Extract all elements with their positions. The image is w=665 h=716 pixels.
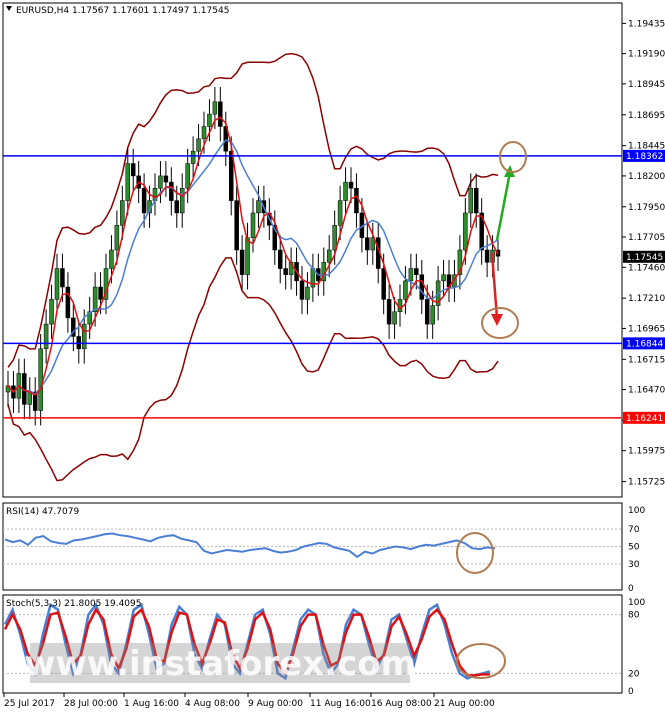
- candle-body: [441, 274, 446, 282]
- candle-body: [468, 188, 474, 214]
- candle-body: [92, 286, 98, 312]
- x-tick-label: 21 Aug 00:00: [434, 699, 495, 709]
- y-tick-label: 1.17950: [628, 203, 665, 213]
- candle-body: [212, 101, 218, 115]
- candle-body: [27, 391, 33, 405]
- candle-body: [174, 200, 180, 214]
- x-tick-label: 16 Aug 08:00: [371, 699, 432, 709]
- candle-body: [120, 200, 125, 226]
- candle-body: [424, 299, 430, 325]
- watermark-text: www.instaforex.com: [24, 644, 416, 684]
- rsi-tick-label: 70: [628, 525, 640, 535]
- y-tick-label: 1.19190: [628, 50, 665, 60]
- rsi-tick-label: 100: [628, 506, 645, 516]
- candle-body: [43, 323, 49, 350]
- candle-body: [245, 237, 250, 275]
- candle-body: [130, 163, 136, 177]
- candle-body: [163, 175, 169, 183]
- candle-body: [234, 200, 239, 251]
- current-price-label: 1.17545: [626, 253, 663, 263]
- stoch-tick-label: 80: [628, 611, 640, 621]
- y-tick-label: 1.17460: [628, 263, 665, 273]
- candle-body: [141, 188, 147, 214]
- y-tick-label: 1.16470: [628, 386, 665, 396]
- candle-body: [386, 299, 392, 325]
- y-tick-label: 1.16715: [628, 355, 665, 365]
- candle-body: [207, 113, 212, 127]
- candle-body: [381, 268, 386, 300]
- x-tick-label: 28 Jul 00:00: [64, 699, 118, 709]
- y-tick-label: 1.18945: [628, 80, 665, 90]
- candle-body: [343, 181, 348, 201]
- candle-body: [114, 225, 120, 251]
- y-tick-label: 1.18200: [628, 172, 665, 182]
- candle-body: [332, 225, 337, 251]
- candle-body: [98, 286, 103, 300]
- candle-body: [179, 188, 185, 214]
- candle-body: [125, 163, 131, 201]
- symbol-header: EURUSD,H4 1.17567 1.17601 1.17497 1.1754…: [16, 6, 229, 16]
- candle-body: [305, 286, 310, 300]
- candle-body: [484, 249, 490, 263]
- candle-body: [201, 126, 207, 140]
- candle-body: [283, 268, 288, 275]
- x-tick-label: 4 Aug 08:00: [185, 699, 240, 709]
- y-tick-label: 1.15725: [628, 478, 665, 488]
- candle-body: [65, 286, 71, 319]
- candle-body: [430, 305, 435, 325]
- candle-body: [158, 175, 163, 189]
- candle-body: [239, 249, 245, 275]
- x-tick-label: 1 Aug 16:00: [124, 699, 179, 709]
- candle-body: [49, 299, 54, 325]
- rsi-tick-label: 0: [628, 584, 634, 594]
- candle-body: [190, 150, 196, 164]
- x-tick-label: 25 Jul 2017: [4, 699, 55, 709]
- candle-body: [337, 200, 343, 226]
- candle-body: [392, 311, 397, 325]
- level-price-label: 1.16844: [626, 339, 663, 349]
- price-chart: 1.194351.191901.189451.186951.184451.182…: [2, 2, 665, 709]
- y-tick-label: 1.19435: [628, 19, 665, 29]
- stoch-tick-label: 100: [628, 598, 645, 608]
- y-tick-label: 1.18695: [628, 111, 665, 121]
- candle-body: [218, 101, 223, 127]
- candle-body: [408, 268, 414, 282]
- y-tick-label: 1.17210: [628, 294, 665, 304]
- stoch-tick-label: 20: [628, 669, 640, 679]
- candle-body: [196, 138, 201, 152]
- candle-body: [54, 268, 60, 300]
- y-tick-label: 1.17705: [628, 233, 665, 243]
- candle-body: [348, 181, 354, 189]
- candle-body: [256, 200, 261, 214]
- candle-body: [38, 348, 43, 411]
- x-tick-label: 9 Aug 00:00: [248, 699, 303, 709]
- chart-root: 1.19435 1.19190 1.18945 1.18695 1.18445 1.182…: [0, 0, 665, 712]
- candle-body: [169, 181, 174, 201]
- x-tick-label: 11 Aug 16:00: [310, 699, 371, 709]
- level-price-label: 1.16241: [626, 414, 663, 424]
- candle-body: [185, 163, 190, 189]
- candle-body: [299, 280, 305, 300]
- candle-body: [419, 274, 425, 300]
- candle-body: [414, 268, 419, 275]
- candle-body: [326, 249, 332, 263]
- candle-body: [365, 237, 370, 251]
- candle-body: [109, 249, 114, 269]
- stoch-tick-label: 0: [628, 687, 634, 697]
- y-tick-label: 1.15975: [628, 447, 665, 457]
- candle-body: [277, 249, 283, 269]
- candle-body: [81, 323, 87, 350]
- rsi-header: RSI(14) 47.7079: [6, 507, 79, 517]
- y-tick-label: 1.16965: [628, 324, 665, 334]
- candle-body: [473, 188, 479, 214]
- candle-body: [60, 268, 65, 288]
- candle-body: [250, 212, 256, 238]
- candle-body: [354, 188, 359, 214]
- rsi-tick-label: 50: [628, 543, 640, 553]
- stoch-header: Stoch(5,3,3) 21.8005 19.4095: [6, 599, 141, 609]
- rsi-tick-label: 30: [628, 560, 640, 570]
- candle-body: [403, 280, 408, 300]
- level-price-label: 1.18362: [626, 152, 663, 162]
- candle-body: [463, 212, 468, 251]
